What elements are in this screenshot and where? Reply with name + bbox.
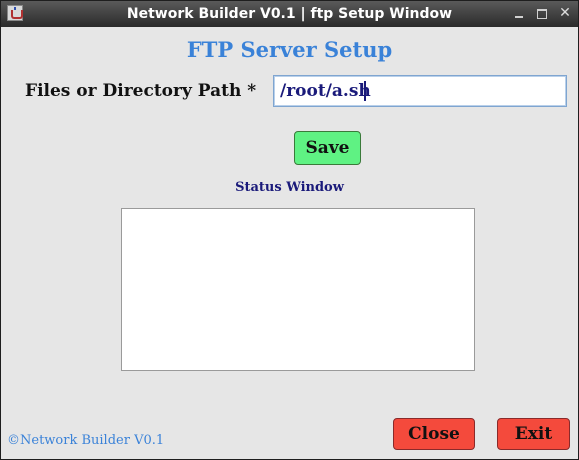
maximize-button[interactable] <box>534 5 550 21</box>
minimize-button[interactable] <box>511 5 527 21</box>
close-icon: ✕ <box>559 5 571 21</box>
close-button[interactable]: Close <box>393 418 475 450</box>
minimize-icon <box>515 16 523 18</box>
path-input[interactable] <box>273 75 567 107</box>
status-window-label: Status Window <box>235 180 344 195</box>
copyright-text: ©Network Builder V0.1 <box>7 433 165 448</box>
maximize-icon <box>537 9 547 19</box>
text-cursor <box>364 81 366 101</box>
exit-button[interactable]: Exit <box>497 418 570 450</box>
title-bar[interactable]: Network Builder V0.1 | ftp Setup Window … <box>1 1 578 27</box>
page-title: FTP Server Setup <box>186 37 393 62</box>
close-window-button[interactable]: ✕ <box>557 5 573 21</box>
ftp-setup-window: Network Builder V0.1 | ftp Setup Window … <box>0 0 579 460</box>
status-window[interactable] <box>121 208 475 371</box>
save-button[interactable]: Save <box>294 131 361 165</box>
window-title: Network Builder V0.1 | ftp Setup Window <box>126 6 453 22</box>
path-field-label: Files or Directory Path * <box>25 81 257 101</box>
